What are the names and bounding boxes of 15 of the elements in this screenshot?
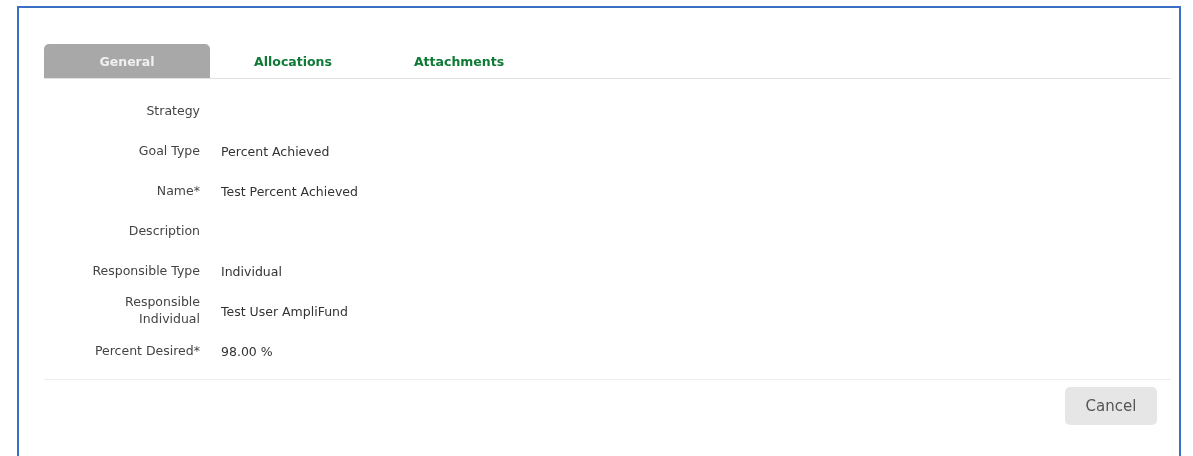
cancel-button[interactable]: Cancel [1065, 387, 1157, 425]
field-value: Percent Achieved [221, 143, 331, 159]
field-value: Test User AmpliFund [221, 303, 349, 319]
field-value: Test Percent Achieved [221, 183, 359, 199]
field-label: Goal Type [137, 142, 200, 160]
field-label: Responsible Type [91, 262, 200, 280]
field-label: Percent Desired* [93, 342, 200, 360]
field-label: Name* [155, 182, 200, 200]
field-label: Responsible Individual [124, 294, 200, 328]
tab[interactable]: Attachments [376, 44, 542, 78]
field-value: 98.00 % [221, 343, 274, 359]
field-value: Individual [221, 263, 283, 279]
field-label: Description [127, 222, 200, 240]
tab[interactable]: Allocations [210, 44, 376, 78]
field-label: Strategy [145, 102, 200, 120]
